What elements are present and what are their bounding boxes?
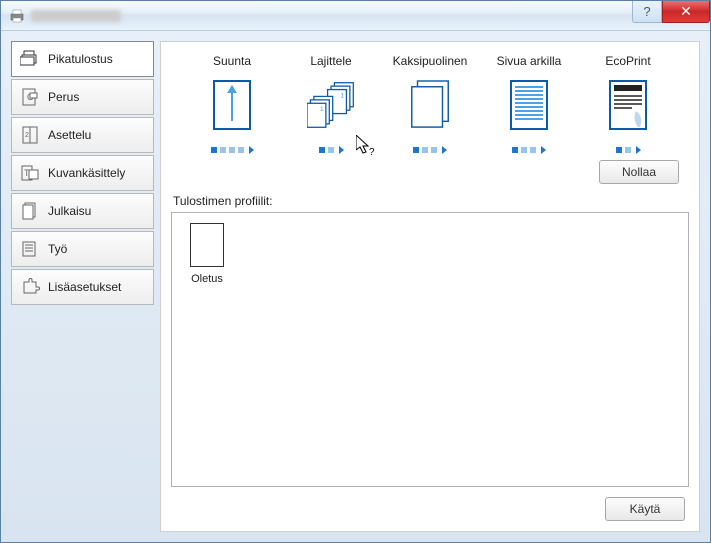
- help-button[interactable]: ?: [632, 1, 662, 23]
- option-ecoprint: EcoPrint: [583, 54, 673, 154]
- sidebar-item-perus[interactable]: C Perus: [11, 79, 154, 115]
- sidebar: Pikatulostus C Perus 2 Asettelu T Kuvank…: [11, 41, 154, 532]
- option-kaksipuolinen: Kaksipuolinen: [385, 54, 475, 154]
- print-preferences-window: ? ✕ Pikatulostus C Perus 2 Asett: [0, 0, 711, 543]
- option-lajittele: Lajittele 3 2 1 3 2 1: [286, 54, 376, 154]
- sidebar-item-label: Pikatulostus: [48, 52, 113, 66]
- job-icon: [20, 239, 40, 259]
- layout-icon: 2: [20, 125, 40, 145]
- option-pager[interactable]: [512, 146, 546, 154]
- sidebar-item-kuvankasittely[interactable]: T Kuvankäsittely: [11, 155, 154, 191]
- close-button[interactable]: ✕: [662, 1, 710, 23]
- profiles-label: Tulostimen profiilit:: [173, 194, 689, 208]
- orientation-icon[interactable]: [208, 76, 256, 134]
- option-pager[interactable]: [319, 146, 344, 154]
- printer-icon: [9, 8, 25, 24]
- option-pager[interactable]: [413, 146, 447, 154]
- ecoprint-icon[interactable]: [604, 76, 652, 134]
- titlebar: ? ✕: [1, 1, 710, 31]
- sidebar-item-pikatulostus[interactable]: Pikatulostus: [11, 41, 154, 77]
- sidebar-item-lisaasetukset[interactable]: Lisäasetukset: [11, 269, 154, 305]
- printer-stack-icon: [20, 49, 40, 69]
- option-label: EcoPrint: [605, 54, 650, 68]
- sidebar-item-julkaisu[interactable]: Julkaisu: [11, 193, 154, 229]
- sidebar-item-label: Julkaisu: [48, 204, 91, 218]
- sidebar-item-label: Kuvankäsittely: [48, 166, 125, 180]
- option-pager[interactable]: [211, 146, 254, 154]
- sidebar-item-tyo[interactable]: Työ: [11, 231, 154, 267]
- nup-icon[interactable]: [505, 76, 553, 134]
- svg-text:1: 1: [340, 92, 344, 99]
- option-suunta: Suunta: [187, 54, 277, 154]
- profile-name: Oletus: [191, 273, 223, 285]
- page-c-icon: C: [20, 87, 40, 107]
- sidebar-item-label: Lisäasetukset: [48, 280, 121, 294]
- collate-icon[interactable]: 3 2 1 3 2 1: [307, 76, 355, 134]
- quick-options-row: Suunta Lajittele: [171, 50, 689, 154]
- main-panel: Suunta Lajittele: [160, 41, 700, 532]
- option-label: Kaksipuolinen: [393, 54, 468, 68]
- profiles-list: Oletus: [171, 212, 689, 487]
- svg-text:1: 1: [320, 106, 324, 113]
- option-label: Sivua arkilla: [497, 54, 562, 68]
- puzzle-icon: [20, 277, 40, 297]
- pages-icon: [20, 201, 40, 221]
- window-title: [31, 10, 121, 22]
- profile-item[interactable]: Oletus: [182, 223, 232, 285]
- option-pager[interactable]: [616, 146, 641, 154]
- option-label: Suunta: [213, 54, 251, 68]
- reset-button[interactable]: Nollaa: [599, 160, 679, 184]
- image-t-icon: T: [20, 163, 40, 183]
- sidebar-item-label: Perus: [48, 90, 79, 104]
- sidebar-item-label: Työ: [48, 242, 67, 256]
- apply-button[interactable]: Käytä: [605, 497, 685, 521]
- profile-thumbnail-icon: [190, 223, 224, 267]
- content-area: Pikatulostus C Perus 2 Asettelu T Kuvank…: [1, 31, 710, 542]
- svg-text:2: 2: [25, 132, 29, 139]
- sidebar-item-asettelu[interactable]: 2 Asettelu: [11, 117, 154, 153]
- duplex-icon[interactable]: [406, 76, 454, 134]
- option-label: Lajittele: [310, 54, 351, 68]
- option-sivua-arkilla: Sivua arkilla: [484, 54, 574, 154]
- sidebar-item-label: Asettelu: [48, 128, 91, 142]
